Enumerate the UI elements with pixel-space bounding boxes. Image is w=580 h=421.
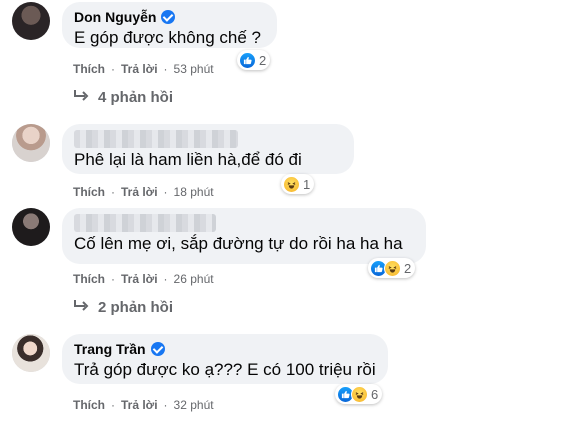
- reply-button[interactable]: Trả lời: [121, 272, 158, 286]
- comment-text: E góp được không chế ?: [74, 28, 261, 47]
- comment-actions: Thích · Trả lời · 32 phút: [73, 398, 214, 412]
- like-icon: [239, 51, 256, 69]
- separator-dot: ·: [111, 398, 115, 412]
- separator-dot: ·: [163, 62, 168, 76]
- verified-badge-icon: [161, 10, 176, 24]
- timestamp[interactable]: 18 phút: [174, 185, 214, 199]
- like-button[interactable]: Thích: [73, 185, 105, 199]
- separator-dot: ·: [111, 185, 115, 199]
- replies-label: 2 phản hồi: [98, 299, 173, 316]
- like-button[interactable]: Thích: [73, 272, 105, 286]
- reaction-count: 1: [303, 176, 311, 192]
- haha-icon: [384, 259, 401, 277]
- view-replies-link[interactable]: 2 phản hồi: [73, 299, 173, 316]
- reaction-summary[interactable]: 2: [237, 50, 271, 70]
- reply-button[interactable]: Trả lời: [121, 185, 158, 199]
- comment-text: Cố lên mẹ ơi, sắp đường tự do rồi ha ha …: [74, 234, 403, 253]
- reply-button[interactable]: Trả lời: [121, 398, 158, 412]
- comment-bubble: Phê lại là ham liền hà,để đó đi: [62, 124, 354, 174]
- separator-dot: ·: [163, 272, 168, 286]
- reply-button[interactable]: Trả lời: [121, 62, 158, 76]
- haha-icon: [351, 385, 368, 403]
- comment-bubble: Cố lên mẹ ơi, sắp đường tự do rồi ha ha …: [62, 208, 426, 264]
- author-name-blurred[interactable]: [74, 214, 216, 232]
- author-name[interactable]: Trang Trần: [74, 340, 146, 358]
- avatar[interactable]: [12, 208, 50, 246]
- avatar[interactable]: [12, 334, 50, 372]
- verified-badge-icon: [150, 342, 165, 356]
- like-button[interactable]: Thích: [73, 62, 105, 76]
- comment-bubble: Don Nguyễn E góp được không chế ?: [62, 2, 277, 48]
- separator-dot: ·: [111, 62, 115, 76]
- haha-icon: [283, 175, 300, 193]
- reaction-summary[interactable]: 6: [335, 384, 383, 404]
- separator-dot: ·: [163, 185, 168, 199]
- comment-actions: Thích · Trả lời · 53 phút: [73, 62, 214, 76]
- like-button[interactable]: Thích: [73, 398, 105, 412]
- view-replies-link[interactable]: 4 phản hồi: [73, 89, 173, 106]
- timestamp[interactable]: 32 phút: [174, 398, 214, 412]
- timestamp[interactable]: 53 phút: [174, 62, 214, 76]
- comment-bubble: Trang Trần Trả góp được ko ạ??? E có 100…: [62, 334, 388, 384]
- comment-actions: Thích · Trả lời · 26 phút: [73, 272, 214, 286]
- reaction-count: 2: [259, 52, 267, 68]
- timestamp[interactable]: 26 phút: [174, 272, 214, 286]
- reaction-count: 2: [404, 260, 412, 276]
- author-name[interactable]: Don Nguyễn: [74, 8, 156, 26]
- separator-dot: ·: [163, 398, 168, 412]
- comment-text: Trả góp được ko ạ??? E có 100 triệu rồi: [74, 360, 376, 379]
- avatar[interactable]: [12, 124, 50, 162]
- separator-dot: ·: [111, 272, 115, 286]
- author-name-blurred[interactable]: [74, 130, 238, 148]
- reaction-summary[interactable]: 1: [281, 174, 315, 194]
- comment-text: Phê lại là ham liền hà,để đó đi: [74, 150, 302, 169]
- reaction-summary[interactable]: 2: [368, 258, 416, 278]
- reply-arrow-icon: [73, 89, 89, 106]
- reply-arrow-icon: [73, 299, 89, 316]
- comment-actions: Thích · Trả lời · 18 phút: [73, 185, 214, 199]
- reaction-count: 6: [371, 386, 379, 402]
- replies-label: 4 phản hồi: [98, 89, 173, 106]
- avatar[interactable]: [12, 2, 50, 40]
